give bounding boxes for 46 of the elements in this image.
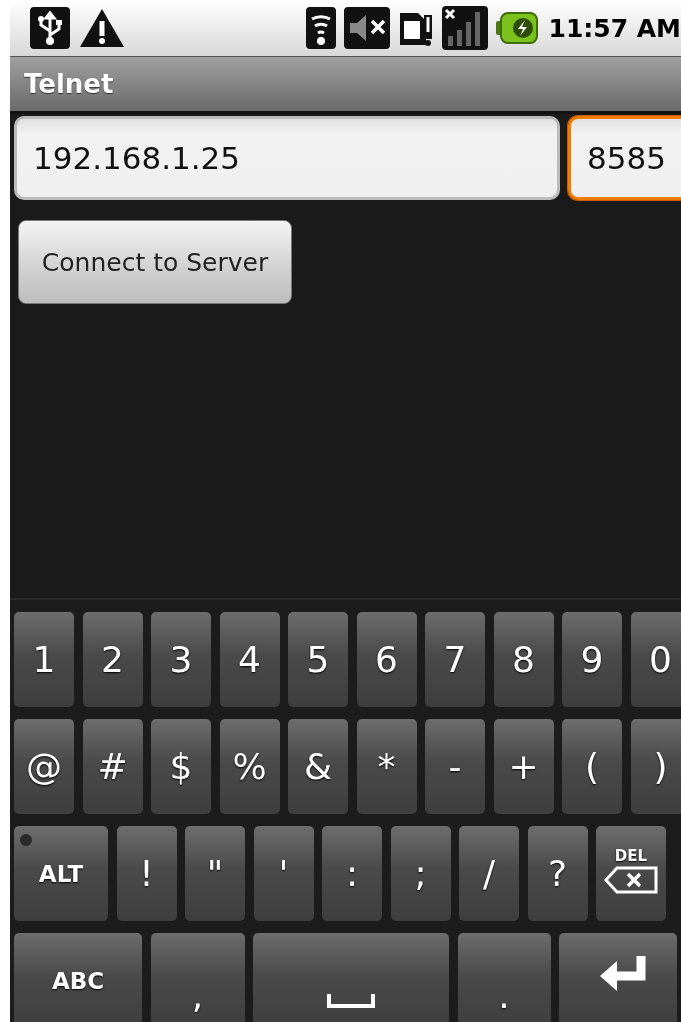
- key[interactable]: (: [562, 719, 622, 814]
- app-title: Telnet: [24, 69, 114, 99]
- key[interactable]: 4: [219, 612, 280, 707]
- key[interactable]: 3: [151, 612, 211, 707]
- muted-speaker-icon: [344, 7, 391, 49]
- key[interactable]: .: [457, 933, 551, 1022]
- warning-icon: [78, 7, 126, 49]
- alt-key[interactable]: ALT: [14, 826, 108, 921]
- connect-button[interactable]: Connect to Server: [18, 220, 292, 304]
- key[interactable]: +: [493, 719, 554, 814]
- key[interactable]: 6: [356, 612, 417, 707]
- key[interactable]: -: [425, 719, 485, 814]
- battery-charging-icon: [496, 11, 539, 45]
- backspace-icon: [603, 864, 659, 895]
- key[interactable]: 2: [82, 612, 143, 707]
- key[interactable]: !: [116, 826, 177, 921]
- key[interactable]: @: [14, 719, 74, 814]
- key[interactable]: 9: [562, 612, 622, 707]
- signal-icon: [442, 6, 489, 50]
- enter-key[interactable]: [559, 933, 677, 1022]
- mode-key[interactable]: ABC: [14, 933, 142, 1022]
- key[interactable]: ": [185, 826, 245, 921]
- key[interactable]: ,: [150, 933, 245, 1022]
- host-field[interactable]: 192.168.1.25: [14, 116, 560, 200]
- key[interactable]: 5: [288, 612, 348, 707]
- key[interactable]: $: [151, 719, 211, 814]
- port-field[interactable]: 8585: [568, 116, 681, 200]
- key[interactable]: ': [253, 826, 314, 921]
- key[interactable]: ): [630, 719, 681, 814]
- wifi-icon: [306, 7, 337, 49]
- key[interactable]: :: [322, 826, 382, 921]
- key[interactable]: 8: [493, 612, 554, 707]
- space-bar-icon: [327, 993, 375, 1008]
- key[interactable]: %: [219, 719, 280, 814]
- key[interactable]: #: [82, 719, 143, 814]
- clock-time: 11:57 AM: [548, 13, 681, 43]
- key[interactable]: 0: [630, 612, 681, 707]
- usb-icon: [30, 7, 70, 49]
- key[interactable]: &: [288, 719, 348, 814]
- delete-key[interactable]: DEL: [596, 826, 666, 921]
- key[interactable]: /: [459, 826, 519, 921]
- key[interactable]: 1: [14, 612, 74, 707]
- key[interactable]: ?: [527, 826, 588, 921]
- key[interactable]: ;: [390, 826, 451, 921]
- key[interactable]: *: [356, 719, 417, 814]
- key[interactable]: 7: [425, 612, 485, 707]
